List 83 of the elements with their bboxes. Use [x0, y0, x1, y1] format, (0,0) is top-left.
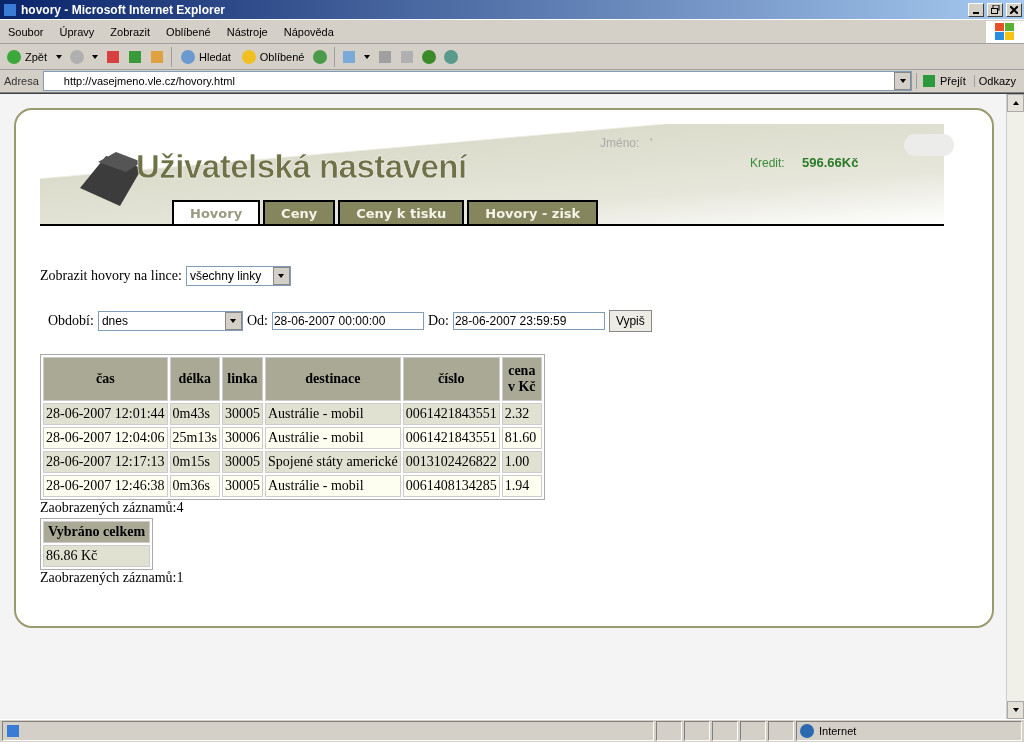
table-cell: 30005	[221, 475, 263, 497]
table-cell: 0m36s	[169, 475, 220, 497]
table-cell: 81.60	[501, 427, 542, 449]
menu-item[interactable]: Úpravy	[51, 25, 103, 38]
record-count: Zaobrazených záznamů:4	[40, 500, 185, 516]
minimize-button[interactable]	[968, 2, 984, 17]
column-header: délka	[169, 357, 220, 401]
column-header: linka	[221, 357, 263, 401]
minimize-icon	[973, 11, 979, 14]
menu-item[interactable]: Zobrazit	[102, 25, 159, 38]
table-cell: 30005	[221, 451, 263, 473]
dropdown-arrow-icon[interactable]	[1011, 99, 1020, 107]
table-cell: 28-06-2007 12:17:13	[43, 451, 168, 473]
table-cell: 2.32	[501, 403, 542, 425]
record-count: Zaobrazených záznamů:1	[40, 570, 185, 586]
menu-item[interactable]: Soubor	[0, 25, 52, 38]
table-cell: 0m43s	[169, 403, 220, 425]
status-pane	[740, 721, 766, 741]
line-filter-label: Zobrazit hovory na lince:	[40, 268, 182, 284]
table-cell: Spojené státy americké	[264, 451, 401, 473]
column-header: čas	[43, 357, 168, 401]
restore-button[interactable]	[987, 2, 1003, 17]
dropdown-arrow-icon[interactable]	[898, 77, 907, 85]
favorites-button[interactable]: Oblíbené	[238, 48, 307, 65]
close-icon	[1010, 5, 1018, 14]
status-pane	[684, 721, 710, 741]
table-cell: 0061408134285	[402, 475, 500, 497]
table-cell: Austrálie - mobil	[264, 403, 401, 425]
menu-item[interactable]: Nápověda	[275, 25, 342, 38]
column-header: číslo	[402, 357, 500, 401]
status-pane	[656, 721, 682, 741]
dropdown-arrow-icon[interactable]	[229, 317, 238, 325]
from-label: Od:	[246, 313, 268, 329]
menu-item[interactable]: Oblíbené	[158, 25, 219, 38]
dropdown-arrow-icon[interactable]	[1011, 706, 1020, 714]
from-field[interactable]: 28-06-2007 00:00:00	[271, 312, 424, 330]
table-cell: 0061421843551	[402, 403, 500, 425]
table-cell: 30005	[221, 403, 263, 425]
links-button[interactable]: Odkazy	[973, 75, 1020, 87]
table-cell: 28-06-2007 12:46:38	[43, 475, 168, 497]
column-header: Vybráno celkem	[43, 521, 151, 543]
close-button[interactable]	[1006, 2, 1022, 17]
address-field[interactable]: http://vasejmeno.vle.cz/hovory.html	[42, 71, 912, 91]
go-button[interactable]: Přejít	[916, 73, 970, 89]
column-header: cena v Kč	[501, 357, 542, 401]
pill-shape	[904, 134, 954, 156]
window-title: hovory - Microsoft Internet Explorer	[21, 2, 227, 17]
period-select[interactable]: dnes	[97, 311, 243, 331]
table-cell: 30006	[221, 427, 263, 449]
table-cell: 28-06-2007 12:04:06	[43, 427, 168, 449]
table-cell: 1.94	[501, 475, 542, 497]
print-list-button[interactable]: Vypiš	[608, 310, 652, 332]
address-label: Adresa	[4, 75, 39, 87]
dropdown-arrow-icon[interactable]	[277, 272, 286, 280]
table-cell: 28-06-2007 12:01:44	[43, 403, 168, 425]
table-cell: 0061421843551	[402, 427, 500, 449]
credit-value: 596.66Kč	[802, 155, 859, 170]
search-button[interactable]: Hledat	[178, 48, 233, 65]
dropdown-arrow-icon[interactable]	[91, 52, 99, 61]
line-select[interactable]: všechny linky	[185, 266, 291, 286]
status-pane	[712, 721, 738, 741]
to-field[interactable]: 28-06-2007 23:59:59	[452, 312, 605, 330]
name-value: '	[650, 136, 653, 150]
page-title: Uživatelská nastavení	[136, 148, 467, 186]
table-cell: 86.86 Kč	[43, 545, 151, 567]
table-cell: 1.00	[501, 451, 542, 473]
table-cell: Austrálie - mobil	[264, 475, 401, 497]
column-header: destinace	[264, 357, 401, 401]
table-cell: Austrálie - mobil	[264, 427, 401, 449]
table-cell: 0013102426822	[402, 451, 500, 473]
dropdown-arrow-icon[interactable]	[363, 52, 372, 61]
period-label: Období:	[48, 313, 94, 329]
table-cell: 25m13s	[169, 427, 220, 449]
menu-item[interactable]: Nástroje	[218, 25, 276, 38]
zone-label: Internet	[819, 725, 857, 737]
to-label: Do:	[427, 313, 449, 329]
scrollbar[interactable]	[1006, 94, 1024, 719]
dropdown-arrow-icon[interactable]	[55, 52, 63, 61]
status-pane	[768, 721, 794, 741]
credit-label: Kredit:	[750, 156, 785, 170]
restore-icon	[990, 5, 1000, 14]
table-cell: 0m15s	[169, 451, 220, 473]
back-button[interactable]: Zpět	[4, 48, 49, 65]
